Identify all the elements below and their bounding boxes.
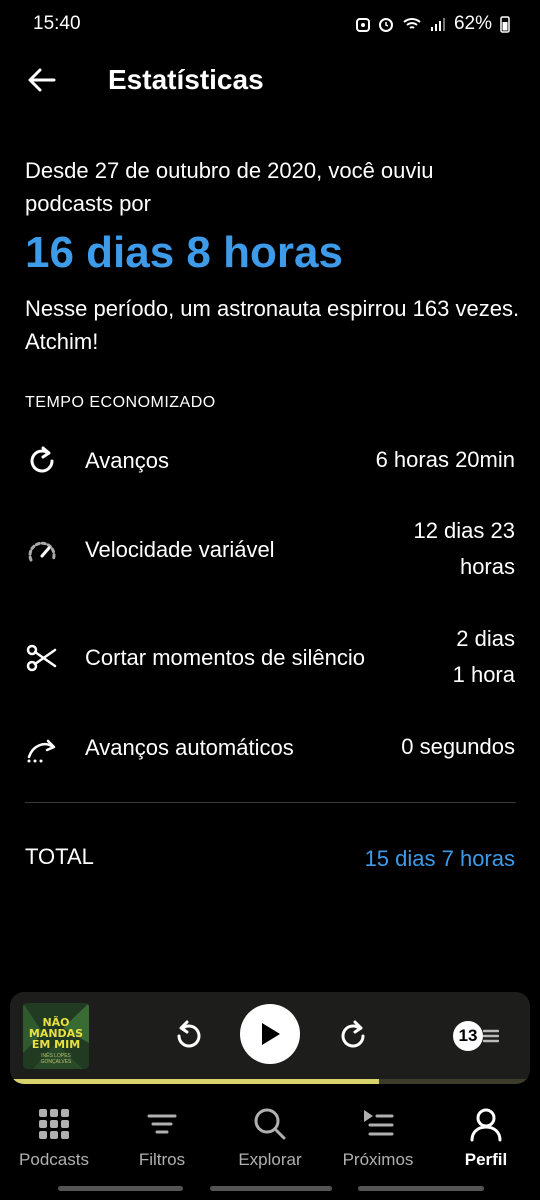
queue-lines-icon — [483, 1029, 499, 1043]
stat-row-trim-silence: Cortar momentos de silêncio 2 dias 1 hor… — [0, 621, 540, 697]
auto-skip-icon — [27, 739, 56, 763]
status-icons: 62% — [355, 13, 510, 35]
artwork-subtitle: INÊS LOPES GONÇALVES — [40, 1053, 72, 1065]
gesture-bar — [358, 1186, 484, 1191]
total-saved-value: 15 dias 7 horas — [364, 846, 515, 871]
nav-item-profile[interactable]: Perfil — [432, 1100, 540, 1176]
status-time: 15:40 — [33, 13, 81, 34]
stat-label: Avanços — [85, 448, 169, 473]
skip-back-icon[interactable] — [170, 1018, 206, 1054]
skip-icon — [30, 446, 54, 473]
fun-fact: Nesse período, um astronauta espirrou 16… — [25, 296, 520, 354]
stat-label: Avanços automáticos — [85, 735, 294, 760]
nav-item-filters[interactable]: Filtros — [108, 1100, 216, 1176]
nav-item-podcasts[interactable]: Podcasts — [0, 1100, 108, 1176]
playback-progress-fill — [10, 1079, 380, 1084]
stat-label: Velocidade variável — [85, 537, 275, 562]
filter-icon — [147, 1114, 177, 1134]
signal-icon — [430, 18, 445, 31]
notification-icon — [355, 18, 370, 32]
nav-label: Explorar — [238, 1150, 302, 1169]
up-next-count: 13 — [453, 1021, 483, 1051]
nav-label: Próximos — [342, 1150, 414, 1169]
nav-item-up-next[interactable]: Próximos — [324, 1100, 432, 1176]
wifi-icon — [403, 18, 421, 29]
total-label: TOTAL — [25, 844, 94, 869]
stat-label: Cortar momentos de silêncio — [85, 645, 366, 670]
speedometer-icon — [28, 541, 56, 562]
play-icon — [262, 1023, 280, 1045]
stat-row-variable-speed: Velocidade variável 12 dias 23 horas — [0, 513, 540, 589]
search-icon — [254, 1108, 286, 1140]
play-button[interactable] — [240, 1004, 300, 1064]
gesture-bar — [58, 1186, 183, 1191]
bottom-navigation: Podcasts Filtros Explorar Próximos Perfi… — [0, 1100, 540, 1176]
total-listened-time: 16 dias 8 horas — [25, 228, 343, 277]
stat-value-line: 12 dias 23 — [413, 518, 515, 543]
stat-value: 12 dias 23 horas — [413, 513, 515, 585]
nav-item-explore[interactable]: Explorar — [216, 1100, 324, 1176]
battery-icon — [500, 16, 510, 33]
listening-intro: Desde 27 de outubro de 2020, você ouviu … — [25, 158, 434, 216]
section-title-time-saved: TEMPO ECONOMIZADO — [25, 394, 216, 411]
stat-value-line: 2 dias — [456, 626, 515, 651]
stat-value: 6 horas 20min — [375, 447, 515, 472]
podcast-artwork[interactable]: NÃO MANDAS EM MIM INÊS LOPES GONÇALVES — [23, 1003, 89, 1069]
playback-progress-bar[interactable] — [10, 1079, 530, 1084]
stat-row-skips: Avanços 6 horas 20min — [0, 442, 540, 482]
stat-row-auto-skips: Avanços automáticos 0 segundos — [0, 729, 540, 769]
back-arrow-icon[interactable] — [22, 60, 62, 100]
up-next-button[interactable]: 13 — [453, 1021, 499, 1051]
grid-icon — [39, 1109, 69, 1139]
profile-icon — [470, 1108, 502, 1142]
stat-value: 2 dias 1 hora — [453, 621, 515, 693]
mini-player[interactable]: NÃO MANDAS EM MIM INÊS LOPES GONÇALVES 1… — [10, 992, 530, 1084]
nav-label: Podcasts — [19, 1150, 89, 1169]
stat-value-line: 1 hora — [452, 662, 515, 687]
page-title: Estatísticas — [108, 64, 264, 95]
divider — [25, 802, 516, 803]
stat-value-line: horas — [459, 554, 515, 579]
nav-label: Filtros — [138, 1150, 186, 1169]
artwork-title: NÃO MANDAS EM MIM — [28, 1016, 84, 1051]
nav-label: Perfil — [464, 1150, 508, 1169]
battery-level: 62% — [453, 13, 492, 34]
status-bar: 15:40 62% — [0, 0, 540, 48]
alarm-icon — [378, 18, 393, 32]
up-next-icon — [364, 1110, 394, 1136]
stat-value: 0 segundos — [401, 734, 515, 759]
scissors-icon — [26, 644, 57, 672]
skip-forward-icon[interactable] — [336, 1018, 372, 1054]
gesture-bar — [210, 1186, 332, 1191]
